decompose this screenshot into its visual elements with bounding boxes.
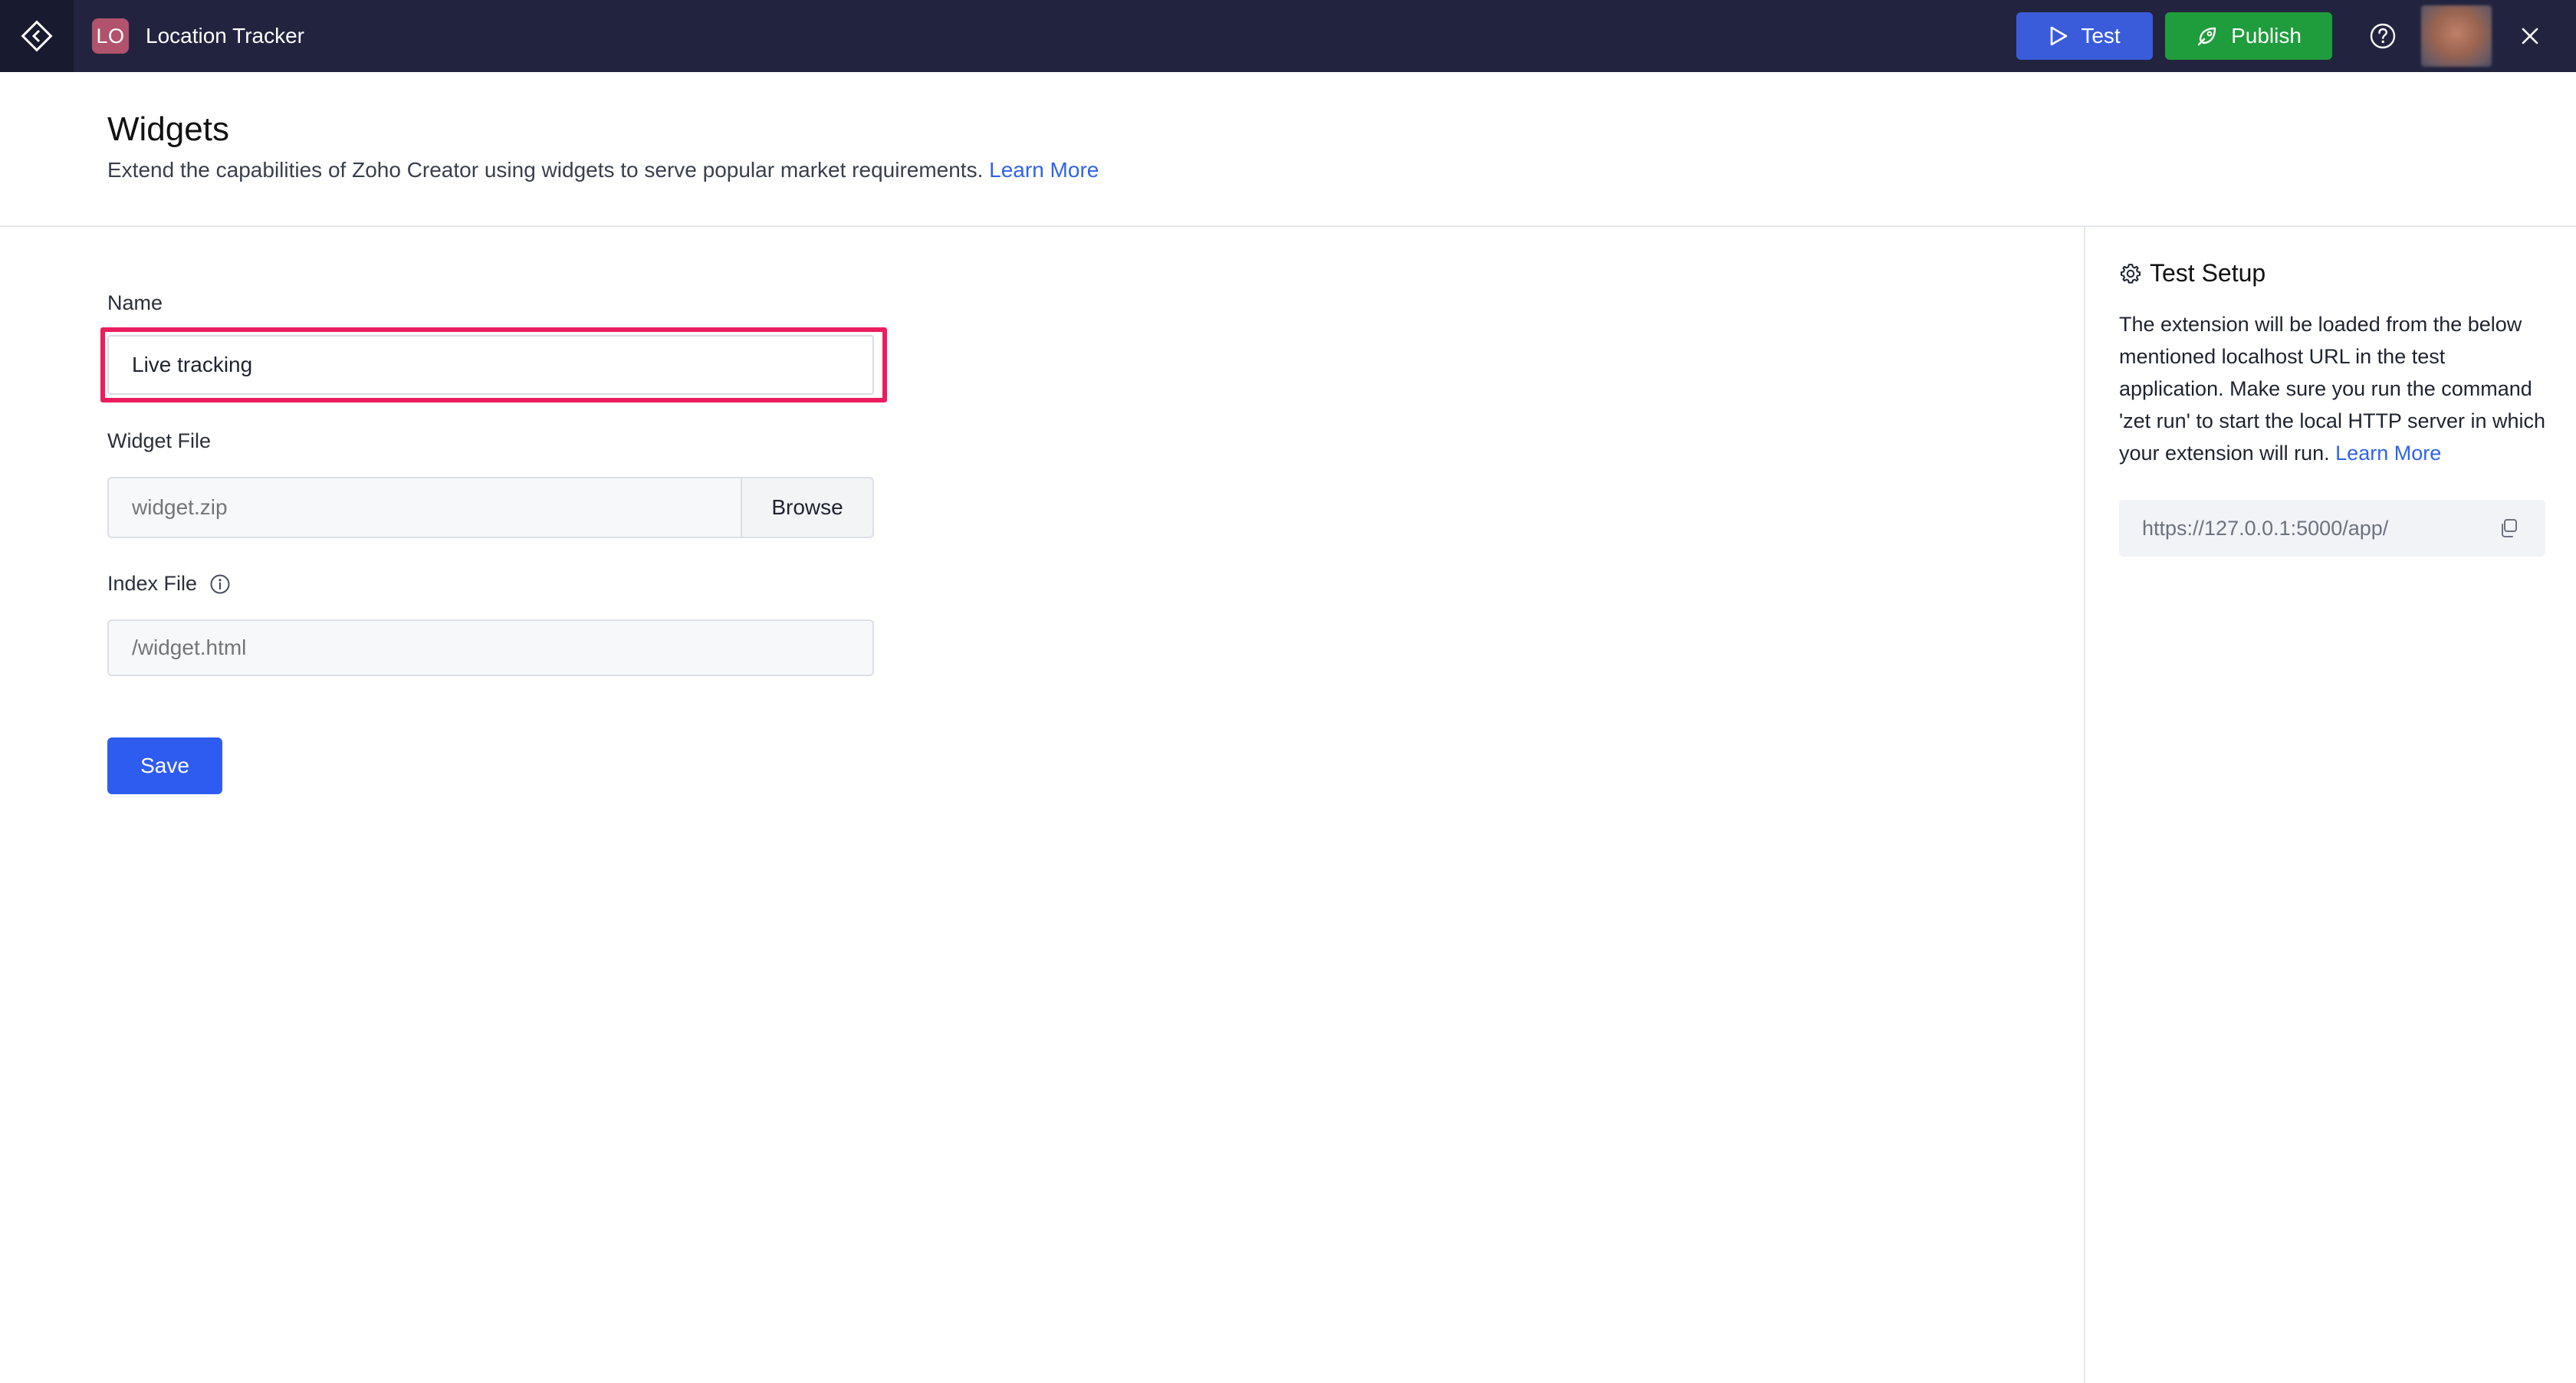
index-file-label: Index File: [107, 572, 198, 595]
widget-file-picker: Browse: [107, 477, 874, 538]
test-setup-title: Test Setup: [2150, 259, 2266, 287]
index-file-input[interactable]: [107, 619, 874, 676]
localhost-url-field: https://127.0.0.1:5000/app/: [2119, 500, 2545, 557]
avatar[interactable]: [2421, 5, 2492, 67]
page-header: Widgets Extend the capabilities of Zoho …: [0, 72, 2576, 227]
gear-icon: [2121, 263, 2141, 284]
copy-icon[interactable]: [2495, 514, 2522, 542]
test-setup-title-row: Test Setup: [2119, 259, 2266, 287]
test-button[interactable]: Test: [2016, 12, 2153, 60]
publish-button[interactable]: Publish: [2165, 12, 2332, 60]
page-title: Widgets: [107, 110, 229, 148]
header-learn-more-link[interactable]: Learn More: [989, 158, 1099, 182]
index-file-label-row: Index File: [107, 572, 231, 596]
widget-form: Name Widget File Browse Index File Save: [0, 228, 2084, 1383]
test-button-label: Test: [2081, 24, 2121, 48]
home-diamond-icon[interactable]: [0, 0, 74, 72]
app-name: Location Tracker: [146, 24, 304, 48]
browse-button[interactable]: Browse: [741, 477, 874, 538]
test-setup-panel: Test Setup The extension will be loaded …: [2084, 227, 2576, 1383]
play-icon: [2051, 26, 2068, 46]
localhost-url: https://127.0.0.1:5000/app/: [2142, 516, 2389, 540]
name-input[interactable]: [107, 335, 874, 395]
name-label: Name: [107, 291, 163, 314]
page-subtitle-text: Extend the capabilities of Zoho Creator …: [107, 158, 984, 182]
top-bar: LO Location Tracker Test Publish: [0, 0, 2576, 72]
close-icon[interactable]: [2515, 21, 2545, 51]
test-setup-description: The extension will be loaded from the be…: [2119, 308, 2548, 469]
info-icon[interactable]: [209, 573, 231, 595]
help-circle-icon[interactable]: [2366, 19, 2400, 53]
widget-file-label: Widget File: [107, 429, 212, 452]
app-badge: LO: [92, 18, 129, 54]
publish-button-label: Publish: [2231, 24, 2302, 48]
widget-file-input[interactable]: [107, 477, 741, 538]
test-setup-description-text: The extension will be loaded from the be…: [2119, 313, 2546, 465]
test-setup-learn-more-link[interactable]: Learn More: [2335, 442, 2441, 465]
rocket-icon: [2197, 27, 2216, 46]
page-subtitle: Extend the capabilities of Zoho Creator …: [107, 158, 1099, 182]
save-button[interactable]: Save: [107, 737, 222, 794]
